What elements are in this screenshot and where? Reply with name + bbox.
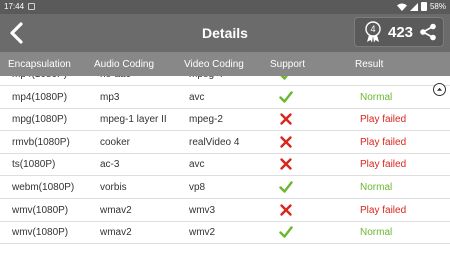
result-cell: Normal: [360, 227, 393, 239]
audio-coding-cell: wmav2: [100, 227, 132, 239]
table-header: Encapsulation Audio Coding Video Coding …: [0, 52, 450, 76]
cross-icon: [280, 158, 292, 171]
table-row: mp4(1080P) he-aac mpeg-4: [0, 76, 450, 86]
column-encapsulation: Encapsulation: [8, 59, 71, 70]
cross-icon: [280, 113, 292, 125]
check-icon: [279, 226, 293, 238]
table-row: webm(1080P) vorbis vp8 Normal: [0, 176, 450, 199]
audio-coding-cell: mp3: [100, 91, 120, 103]
score-value: 423: [388, 24, 414, 41]
video-coding-cell: wmv3: [189, 204, 216, 216]
table-row: ts(1080P) ac-3 avc Play failed: [0, 153, 450, 177]
column-video-coding: Video Coding: [184, 59, 244, 70]
cross-icon: [280, 136, 292, 148]
result-cell: Normal: [360, 91, 393, 103]
result-cell: Play failed: [360, 204, 407, 216]
result-cell: Play failed: [360, 136, 407, 148]
status-bar: 17:44 58%: [0, 0, 450, 14]
score-panel: 4 423: [354, 17, 444, 47]
app-header: Details 4 423: [0, 14, 450, 52]
encapsulation-cell: ts(1080P): [12, 159, 56, 171]
video-coding-cell: wmv2: [189, 227, 216, 239]
check-icon: [279, 181, 293, 193]
result-cell: Play failed: [360, 114, 407, 126]
signal-icon: [409, 2, 418, 11]
video-coding-cell: avc: [189, 91, 205, 103]
encapsulation-cell: wmv(1080P): [12, 204, 69, 216]
column-support: Support: [270, 59, 306, 70]
cross-icon: [280, 203, 292, 216]
video-coding-cell: avc: [189, 159, 205, 171]
video-coding-cell: mpeg-2: [189, 114, 223, 126]
result-cell: Play failed: [360, 159, 407, 171]
table-row: wmv(1080P) wmav2 wmv2 Normal: [0, 221, 450, 245]
audio-coding-cell: vorbis: [100, 182, 127, 193]
encapsulation-cell: webm(1080P): [12, 182, 75, 193]
column-audio-coding: Audio Coding: [94, 59, 155, 70]
table-row: mpg(1080P) mpeg-1 layer II mpeg-2 Play fail…: [0, 108, 450, 132]
table-row: mp4(1080P) mp3 avc Normal: [0, 86, 450, 109]
audio-coding-cell: mpeg-1 layer II: [100, 114, 167, 126]
table-row: wmv(1080P) wmav2 wmv3 Play failed: [0, 199, 450, 222]
battery-icon: [420, 1, 427, 11]
notification-icon: [28, 3, 35, 10]
check-icon: [280, 76, 288, 80]
video-coding-cell: realVideo 4: [189, 136, 240, 148]
medal-number: 4: [370, 24, 375, 34]
encapsulation-cell: mpg(1080P): [12, 114, 68, 126]
status-time: 17:44: [4, 2, 25, 11]
encapsulation-cell: wmv(1080P): [12, 227, 69, 239]
scroll-to-top-button[interactable]: [433, 83, 446, 96]
encapsulation-cell: rmvb(1080P): [12, 136, 70, 148]
share-icon[interactable]: [419, 23, 437, 41]
check-icon: [279, 90, 293, 103]
table-row: rmvb(1080P) cooker realVideo 4 Play failed: [0, 131, 450, 154]
video-coding-cell: mpeg-4: [189, 76, 223, 80]
wifi-icon: [396, 3, 407, 11]
audio-coding-cell: he-aac: [100, 76, 131, 80]
encapsulation-cell: mp4(1080P): [12, 91, 68, 103]
column-result: Result: [355, 59, 384, 70]
audio-coding-cell: wmav2: [100, 204, 132, 216]
battery-level: 58%: [429, 2, 446, 11]
result-cell: Normal: [360, 182, 393, 193]
audio-coding-cell: cooker: [100, 136, 131, 148]
status-right: 58%: [396, 1, 446, 11]
medal-icon: 4: [365, 21, 381, 43]
results-table[interactable]: mp4(1080P) he-aac mpeg-4 mp4(1080P) mp3 avc No…: [0, 76, 450, 253]
video-coding-cell: vp8: [189, 182, 206, 193]
encapsulation-cell: mp4(1080P): [12, 76, 67, 80]
audio-coding-cell: ac-3: [100, 159, 120, 171]
